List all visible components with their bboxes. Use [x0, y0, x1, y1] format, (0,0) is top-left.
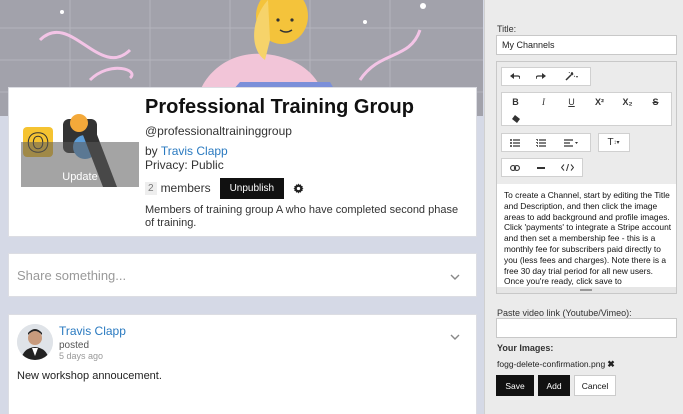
- by-prefix: by: [145, 144, 158, 158]
- align-dropdown[interactable]: [554, 134, 590, 151]
- horizontal-rule-button[interactable]: [528, 159, 554, 176]
- save-button[interactable]: Save: [496, 375, 534, 396]
- align-left-icon: [564, 138, 578, 147]
- bold-button[interactable]: B: [502, 93, 530, 110]
- numbered-list-button[interactable]: [528, 134, 554, 151]
- underline-button[interactable]: U: [558, 93, 586, 110]
- edit-sidebar: Title: B I U X² X₂: [484, 0, 683, 414]
- undo-icon: [509, 73, 520, 80]
- video-link-label: Paste video link (Youtube/Vimeo):: [497, 308, 632, 318]
- italic-button[interactable]: I: [530, 93, 558, 110]
- subscript-button[interactable]: X₂: [614, 93, 642, 110]
- share-box[interactable]: Share something...: [8, 253, 477, 297]
- unpublish-button[interactable]: Unpublish: [219, 177, 285, 199]
- heading-dropdown[interactable]: T ↕ ▾: [599, 134, 629, 151]
- group-handle: @professionaltraininggroup: [145, 124, 292, 138]
- rich-text-editor[interactable]: B I U X² X₂ S T ↕ ▾ To create a Channel,…: [496, 61, 677, 294]
- code-icon: [561, 164, 574, 171]
- post-timestamp: 5 days ago: [59, 351, 104, 361]
- editor-toolbar: B I U X² X₂ S T ↕ ▾: [497, 62, 676, 184]
- strikethrough-button[interactable]: S: [642, 93, 670, 110]
- bullet-list-button[interactable]: [502, 134, 528, 151]
- group-description: Members of training group A who have com…: [145, 204, 459, 229]
- minus-icon: [536, 166, 545, 169]
- redo-button[interactable]: [528, 68, 554, 85]
- camera-icon: [21, 100, 31, 108]
- post-card: Travis Clapp posted 5 days ago New works…: [8, 314, 477, 414]
- images-label: Your Images:: [497, 343, 554, 353]
- owner-link[interactable]: Travis Clapp: [161, 144, 228, 158]
- share-placeholder[interactable]: Share something...: [17, 268, 126, 283]
- eraser-icon: [511, 114, 520, 123]
- post-body: New workshop annoucement.: [17, 370, 162, 382]
- post-author-link[interactable]: Travis Clapp: [59, 324, 126, 338]
- member-count-badge: 2: [145, 181, 157, 195]
- author-avatar[interactable]: [17, 324, 53, 360]
- numbered-list-icon: [535, 138, 546, 147]
- members-row: 2 members Unpublish: [145, 177, 304, 199]
- group-avatar[interactable]: O Update: [21, 99, 139, 187]
- image-file-name: fogg-delete-confirmation.png: [497, 359, 606, 369]
- image-file-item: fogg-delete-confirmation.png ✖: [497, 359, 615, 370]
- cancel-button[interactable]: Cancel: [574, 375, 616, 396]
- paragraph-group: [501, 133, 591, 152]
- group-info-card: O Update Professional Training Group @pr…: [8, 87, 477, 237]
- magic-format-button[interactable]: [554, 68, 590, 85]
- post-action: posted: [59, 340, 90, 351]
- history-group: [501, 67, 591, 86]
- chevron-down-icon[interactable]: [450, 334, 460, 340]
- editor-content[interactable]: To create a Channel, start by editing th…: [504, 190, 672, 287]
- add-button[interactable]: Add: [538, 375, 570, 396]
- redo-icon: [535, 73, 546, 80]
- superscript-button[interactable]: X²: [586, 93, 614, 110]
- clear-format-button[interactable]: [502, 110, 530, 127]
- update-label[interactable]: Update: [21, 171, 139, 183]
- privacy-status: Privacy: Public: [145, 158, 224, 172]
- text-format-group: B I U X² X₂ S: [501, 92, 672, 126]
- heading-group: T ↕ ▾: [598, 133, 630, 152]
- editor-resize-handle[interactable]: [497, 287, 676, 293]
- link-button[interactable]: [502, 159, 528, 176]
- code-view-button[interactable]: [554, 159, 582, 176]
- video-link-input[interactable]: [496, 318, 677, 338]
- insert-group: [501, 158, 583, 177]
- members-label[interactable]: members: [161, 181, 211, 195]
- undo-button[interactable]: [502, 68, 528, 85]
- chevron-down-icon[interactable]: [450, 274, 460, 280]
- title-input[interactable]: [496, 35, 677, 55]
- magic-wand-icon: [564, 72, 578, 81]
- link-icon: [509, 164, 520, 171]
- gear-icon[interactable]: [293, 182, 304, 194]
- title-label: Title:: [497, 24, 517, 34]
- page-title: Professional Training Group: [145, 96, 414, 118]
- remove-image-icon[interactable]: ✖: [607, 359, 615, 369]
- bullet-list-icon: [509, 138, 520, 147]
- group-owner-line: by Travis Clapp: [145, 144, 228, 158]
